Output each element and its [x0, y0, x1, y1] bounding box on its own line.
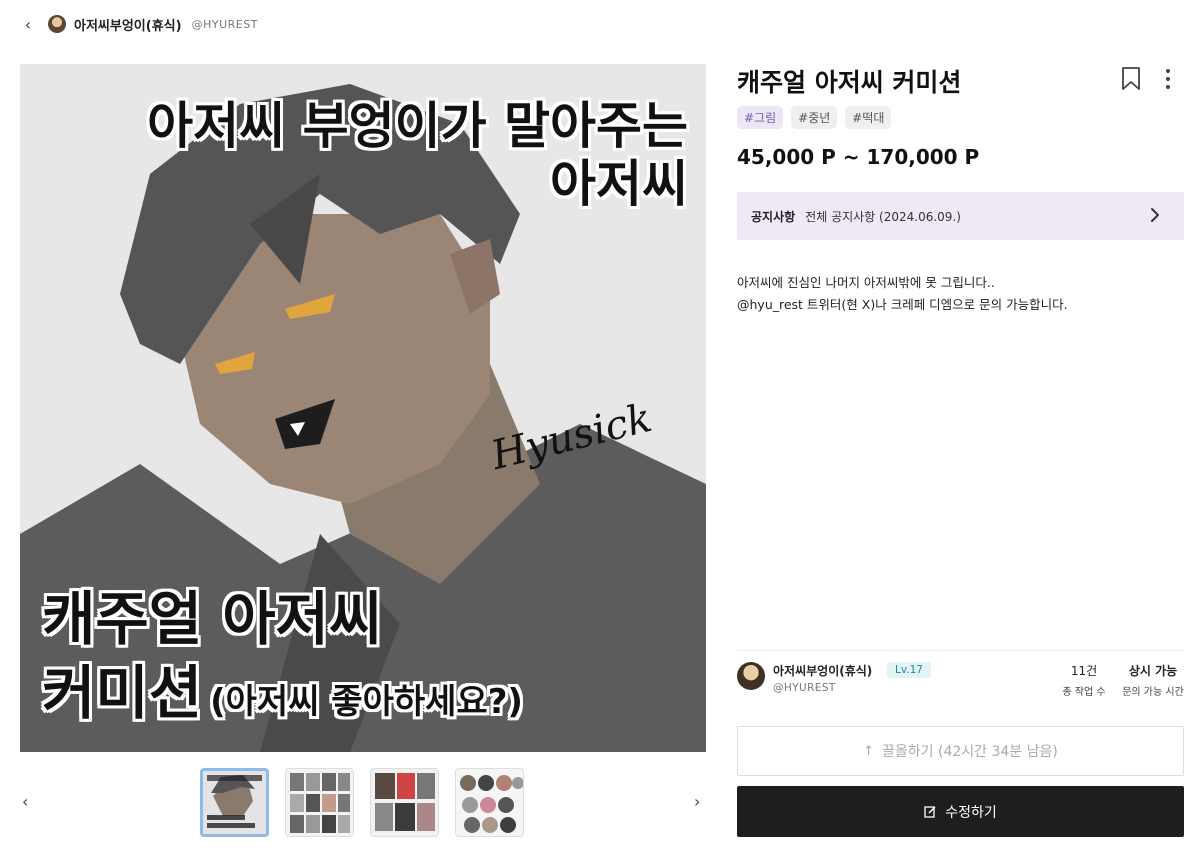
image-caption-line4-main: 커미션	[42, 659, 203, 727]
edit-button[interactable]: 수정하기	[737, 786, 1184, 837]
bump-button-label: 끌올하기 (42시간 34분 남음)	[882, 744, 1058, 760]
tag-list: #그림 #중년 #떡대	[737, 106, 892, 129]
notice-banner[interactable]: 공지사항 전체 공지사항 (2024.06.09.)	[737, 192, 1184, 240]
product-description: 아저씨에 진심인 나머지 아저씨밖에 못 그립니다.. @hyu_rest 트위…	[737, 272, 1068, 316]
image-caption-line4: 커미션 (아저씨 좋아하세요?)	[42, 646, 523, 730]
image-caption-line3: 캐주얼 아저씨	[42, 585, 383, 653]
price-range: 45,000 P ~ 170,000 P	[737, 145, 980, 169]
thumb-prev-chevron-left-icon[interactable]: ‹	[22, 792, 28, 811]
stat-works: 11건 총 작업 수	[1059, 662, 1109, 698]
tag-item[interactable]: #중년	[791, 106, 838, 129]
thumbnail-2[interactable]	[285, 768, 354, 837]
chevron-right-icon	[1151, 208, 1159, 222]
author-card: 아저씨부엉이(휴식) Lv.17 @HYUREST 11건 총 작업 수 상시 …	[737, 660, 1184, 700]
product-title: 캐주얼 아저씨 커미션	[737, 68, 962, 97]
thumbnail-4[interactable]	[455, 768, 524, 837]
stat-inquiry: 상시 가능 문의 가능 시간	[1119, 662, 1187, 698]
back-chevron-icon[interactable]: ‹	[18, 14, 38, 34]
arrow-up-icon: ↑	[863, 743, 875, 759]
author-avatar[interactable]	[737, 662, 765, 690]
description-line: @hyu_rest 트위터(현 X)나 크레페 디엠으로 문의 가능합니다.	[737, 297, 1068, 312]
thumbnail-strip	[200, 768, 524, 837]
edit-icon	[924, 806, 936, 818]
works-value: 11건	[1070, 664, 1098, 678]
top-bar: ‹ 아저씨부엉이(휴식) @HYUREST	[0, 0, 1200, 48]
header-author-handle: @HYUREST	[191, 17, 258, 31]
more-options-icon[interactable]	[1160, 66, 1176, 92]
tag-item[interactable]: #떡대	[845, 106, 892, 129]
header-author-name[interactable]: 아저씨부엉이(휴식)	[74, 15, 182, 34]
main-product-image[interactable]: 아저씨 부엉이가 말아주는 아저씨 Hyusick 캐주얼 아저씨 커미션 (아저…	[20, 64, 706, 752]
description-line: 아저씨에 진심인 나머지 아저씨밖에 못 그립니다..	[737, 275, 995, 290]
image-caption-line4-sub: (아저씨 좋아하세요?)	[210, 682, 523, 722]
edit-button-label: 수정하기	[945, 804, 997, 821]
bump-button[interactable]: ↑ 끌올하기 (42시간 34분 남음)	[737, 726, 1184, 776]
works-label: 총 작업 수	[1062, 687, 1106, 698]
notice-text: 전체 공지사항 (2024.06.09.)	[805, 209, 961, 224]
author-name[interactable]: 아저씨부엉이(휴식)	[773, 662, 872, 679]
tag-item[interactable]: #그림	[737, 106, 784, 129]
author-handle: @HYUREST	[773, 682, 836, 694]
image-caption-line2: 아저씨	[550, 155, 688, 213]
thumb-next-chevron-right-icon[interactable]: ›	[694, 792, 700, 811]
inquiry-value: 상시 가능	[1128, 664, 1178, 678]
level-badge: Lv.17	[887, 662, 931, 678]
thumbnail-1[interactable]	[200, 768, 269, 837]
header-avatar[interactable]	[48, 15, 66, 33]
thumbnail-3[interactable]	[370, 768, 439, 837]
bookmark-icon[interactable]	[1120, 66, 1142, 92]
notice-label: 공지사항	[751, 209, 796, 224]
inquiry-label: 문의 가능 시간	[1122, 687, 1184, 698]
divider	[737, 650, 1184, 651]
